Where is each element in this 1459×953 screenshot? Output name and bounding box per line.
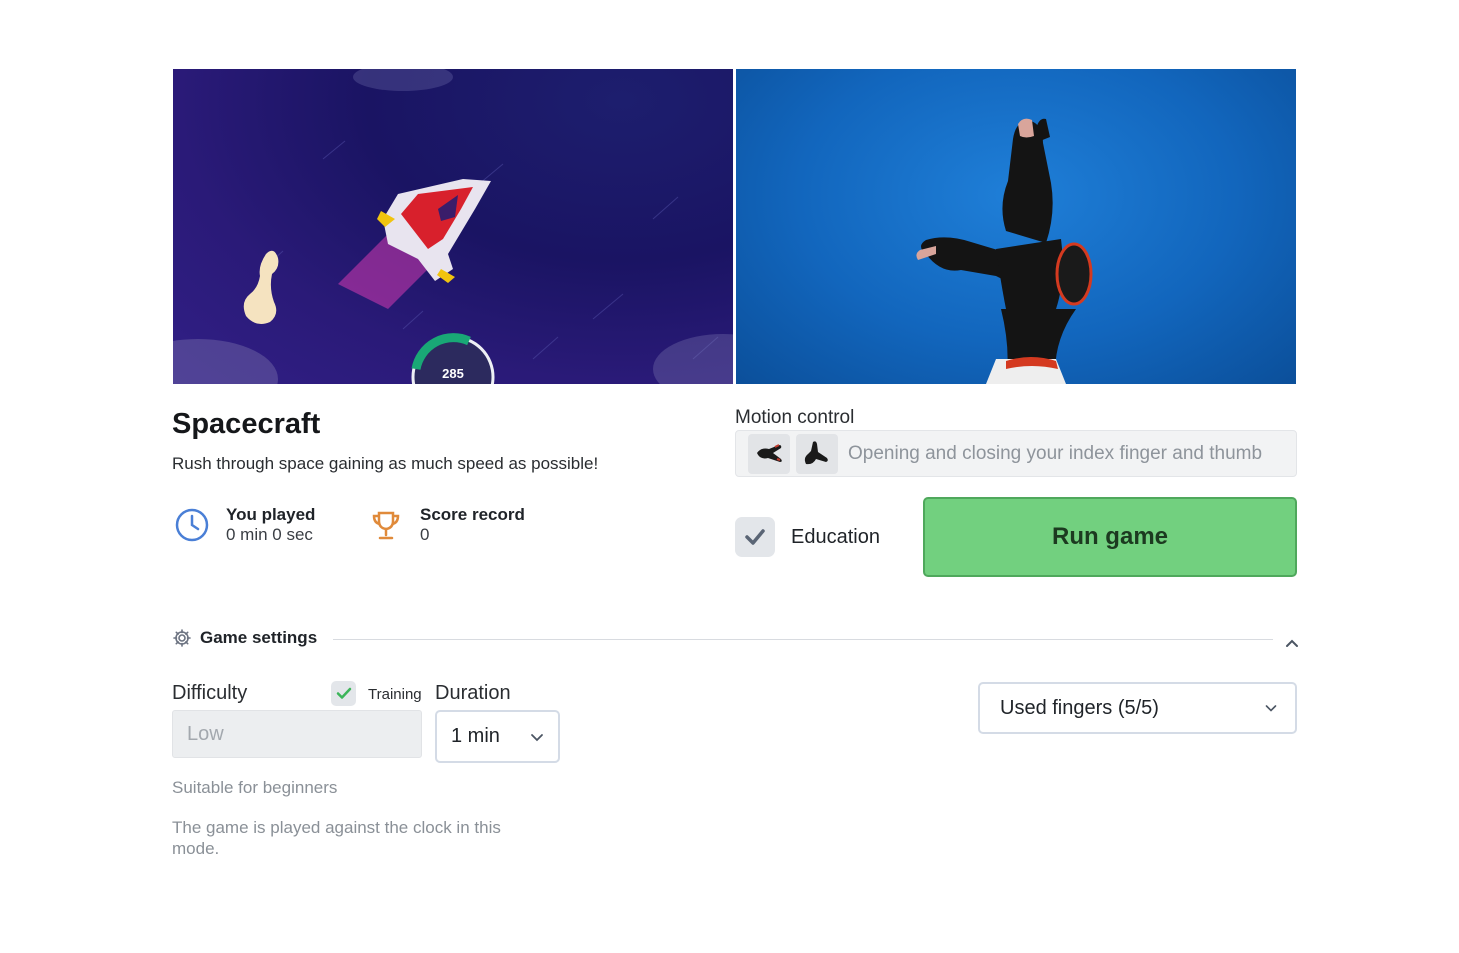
- used-fingers-select[interactable]: Used fingers (5/5): [978, 682, 1297, 734]
- hand-closed-icon: [796, 433, 838, 474]
- checkmark-icon: [745, 529, 765, 545]
- run-game-button[interactable]: Run game: [923, 497, 1297, 577]
- clock-icon: [172, 505, 212, 545]
- score-record-stat: Score record 0: [366, 505, 525, 545]
- played-label: You played: [226, 505, 316, 524]
- settings-divider: [333, 639, 1273, 640]
- motion-control-label: Motion control: [735, 407, 855, 428]
- duration-value: 1 min: [451, 725, 500, 747]
- played-value: 0 min 0 sec: [226, 525, 313, 544]
- game-title: Spacecraft: [172, 408, 321, 440]
- training-checkbox[interactable]: [331, 681, 356, 706]
- motion-control-box: Opening and closing your index finger an…: [735, 430, 1297, 477]
- education-checkbox[interactable]: [735, 517, 775, 557]
- played-time-stat: You played 0 min 0 sec: [172, 505, 315, 545]
- game-settings-title: Game settings: [200, 628, 318, 647]
- game-preview-image: 285: [173, 69, 733, 384]
- hand-open-icon: [748, 433, 790, 474]
- duration-label: Duration: [435, 682, 511, 704]
- chevron-up-icon: [1286, 639, 1298, 647]
- game-settings-header[interactable]: Game settings: [172, 628, 317, 648]
- record-label: Score record: [420, 505, 525, 524]
- difficulty-help-text: Suitable for beginners: [172, 778, 338, 797]
- chevron-down-icon: [531, 733, 543, 741]
- mode-help-text: The game is played against the clock in …: [172, 818, 501, 858]
- education-label: Education: [791, 526, 880, 548]
- record-value: 0: [420, 525, 430, 544]
- chevron-down-icon: [1265, 705, 1277, 712]
- collapse-settings-button[interactable]: [1282, 633, 1302, 653]
- training-label: Training: [368, 686, 422, 703]
- motion-control-description: Opening and closing your index finger an…: [848, 442, 1263, 464]
- trophy-icon: [366, 505, 406, 545]
- speed-gauge: 285: [411, 333, 495, 384]
- spacecraft-scene: 285: [173, 69, 733, 384]
- difficulty-label: Difficulty: [172, 682, 248, 704]
- motion-demo-scene: [916, 118, 1093, 384]
- speed-value: 285: [442, 366, 464, 381]
- gear-icon: [173, 629, 191, 647]
- used-fingers-value: Used fingers (5/5): [1000, 696, 1159, 719]
- camera-preview-image: [736, 69, 1296, 384]
- difficulty-field[interactable]: Low: [172, 710, 422, 758]
- duration-select[interactable]: 1 min: [435, 710, 560, 763]
- game-description: Rush through space gaining as much speed…: [172, 454, 599, 473]
- checkmark-icon: [336, 687, 351, 699]
